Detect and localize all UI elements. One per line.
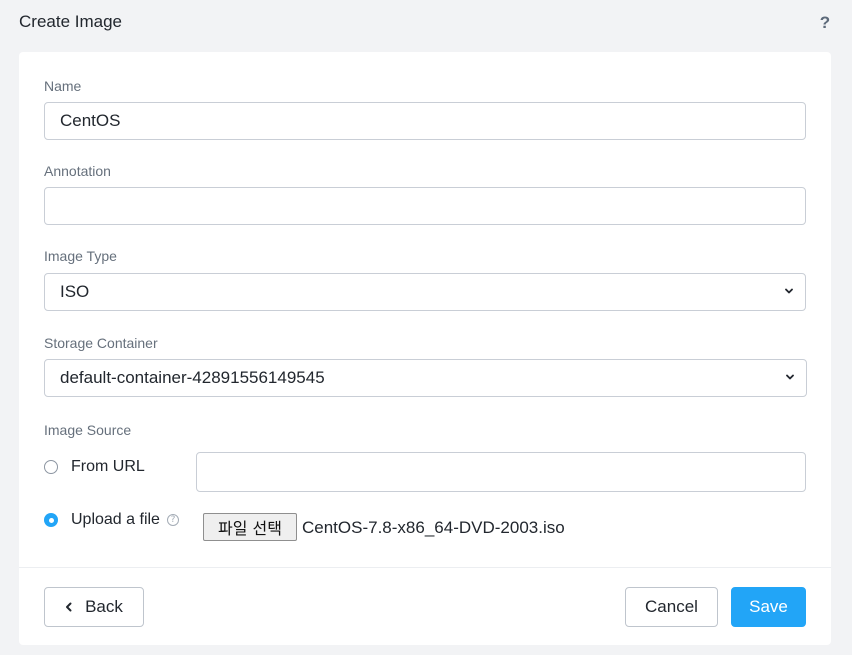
storage-container-label: Storage Container (44, 335, 158, 351)
chevron-left-icon (66, 602, 72, 612)
dialog-header: Create Image ? (0, 0, 852, 48)
from-url-radio[interactable] (44, 460, 58, 474)
form-card: Name CentOS Annotation Image Type ISO St… (19, 52, 831, 645)
back-button-label: Back (85, 597, 123, 616)
back-button[interactable]: Back (44, 587, 144, 627)
cancel-button[interactable]: Cancel (625, 587, 718, 627)
image-source-label: Image Source (44, 422, 132, 438)
upload-file-label[interactable]: Upload a file (71, 511, 160, 529)
footer-divider (19, 567, 831, 568)
name-input-value: CentOS (60, 111, 121, 130)
upload-file-radio[interactable] (44, 513, 58, 527)
annotation-input[interactable] (44, 187, 806, 225)
name-label: Name (44, 78, 82, 94)
from-url-option[interactable]: From URL (44, 458, 145, 476)
choose-file-button[interactable]: 파일 선택 (203, 513, 297, 541)
image-type-label: Image Type (44, 248, 117, 264)
chevron-down-icon (785, 288, 793, 294)
storage-container-selected: default-container-42891556149545 (60, 368, 325, 387)
storage-container-select[interactable]: default-container-42891556149545 (44, 359, 807, 397)
image-type-selected: ISO (60, 282, 90, 301)
from-url-label[interactable]: From URL (71, 458, 145, 476)
name-input[interactable]: CentOS (44, 102, 806, 140)
upload-file-option[interactable]: Upload a file ? (44, 511, 179, 529)
dialog-title: Create Image (19, 12, 122, 31)
help-icon[interactable]: ? (816, 13, 834, 33)
image-type-select[interactable]: ISO (44, 273, 806, 311)
chevron-down-icon (786, 374, 794, 380)
info-icon[interactable]: ? (166, 514, 179, 526)
save-button[interactable]: Save (731, 587, 806, 627)
selected-file-name: CentOS-7.8-x86_64-DVD-2003.iso (302, 518, 565, 537)
url-input[interactable] (196, 452, 806, 492)
annotation-label: Annotation (44, 163, 111, 179)
